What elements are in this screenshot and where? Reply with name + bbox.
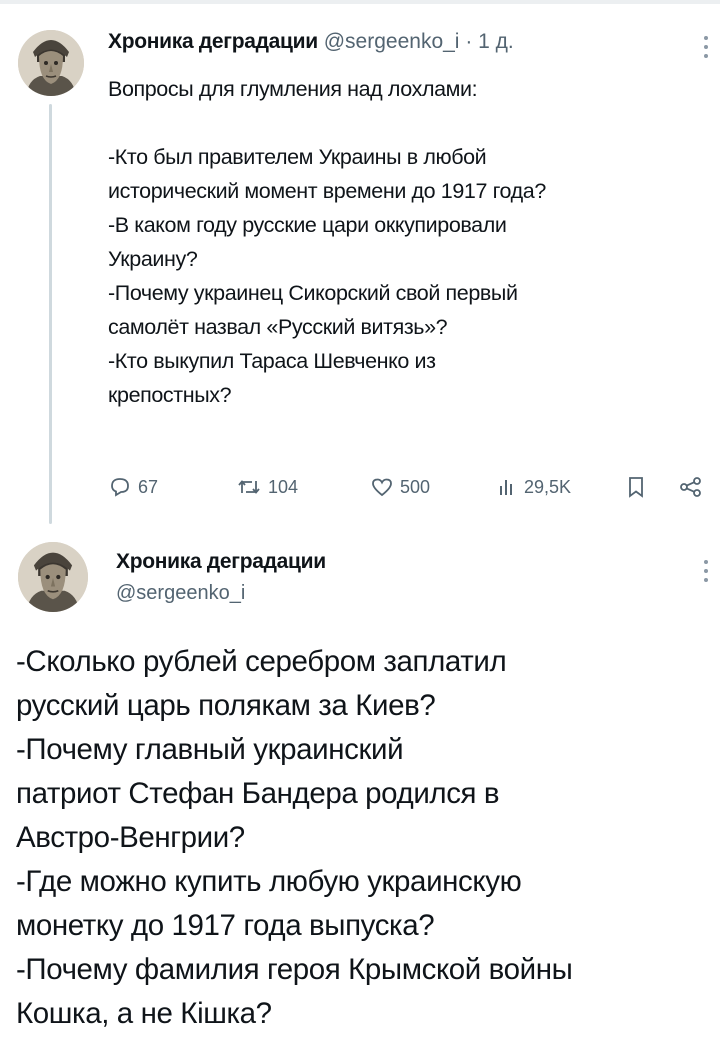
avatar[interactable] [18,542,88,612]
tweet-text: Вопросы для глумления над лохлами: -Кто … [108,72,713,412]
reply-button[interactable]: 67 [108,472,158,502]
tweet-actions: 67 104 500 29,5K [108,472,713,502]
tweet-1[interactable]: Хроника деградации @sergeenko_i · 1 д. В… [0,0,720,524]
more-icon[interactable] [700,34,712,60]
bookmark-icon [629,477,643,498]
tweet-line: -Сколько рублей серебром заплатил [16,645,507,678]
thread-line [49,104,52,524]
tweet-line: самолёт назвал «Русский витязь»? [108,315,448,339]
avatar[interactable] [18,30,84,96]
tweet-line: патриот Стефан Бандера родился в [16,777,500,810]
like-button[interactable]: 500 [370,472,430,502]
retweet-count: 104 [268,476,299,497]
share-button[interactable] [678,472,704,502]
screenshot: Хроника деградации @sergeenko_i · 1 д. В… [0,0,720,1064]
reply-icon [111,478,129,497]
tweet-line: Вопросы для глумления над лохлами: [108,77,478,101]
tweet-line: монетку до 1917 года выпуска? [16,909,435,942]
tweet-text: -Сколько рублей серебром заплатил русски… [16,640,711,1036]
tweet-timestamp[interactable]: 1 д. [478,30,514,53]
tweet-line: Австро-Венгрии? [16,821,245,854]
tweet-line: -Почему фамилия героя Крымской войны [16,953,573,986]
tweet-line: -Кто был правителем Украины в любой [108,145,487,169]
author-name[interactable]: Хроника деградации [108,30,318,53]
tweet-line: -Почему украинец Сикорский свой первый [108,281,518,305]
tweet-header: Хроника деградации @sergeenko_i · 1 д. [108,30,698,62]
more-icon[interactable] [700,558,712,584]
tweet-line: русский царь полякам за Киев? [16,689,436,722]
author-handle[interactable]: @sergeenko_i [324,30,460,53]
tweet-2[interactable]: Хроника деградации @sergeenko_i -Сколько… [0,530,720,1064]
tweet-line: -Почему главный украинский [16,733,404,766]
views-icon [500,480,512,495]
tweet-line: исторический момент времени до 1917 года… [108,179,546,203]
tweet-line: -Кто выкупил Тараса Шевченко из [108,349,436,373]
bookmark-button[interactable] [625,472,647,502]
author-handle[interactable]: @sergeenko_i [116,582,245,605]
reply-count: 67 [138,476,159,497]
like-icon [372,478,392,497]
tweet-line-blank [108,106,713,140]
separator-dot: · [465,30,473,53]
tweet-line: -Где можно купить любую украинскую [16,865,522,898]
retweet-icon [238,480,260,494]
retweet-button[interactable]: 104 [236,472,298,502]
tweet-line: Украину? [108,247,198,271]
tweet-line: -В каком году русские цари оккупировали [108,213,507,237]
author-name[interactable]: Хроника деградации [116,550,326,574]
views-count: 29,5K [524,476,572,497]
like-count: 500 [400,476,431,497]
views-button[interactable]: 29,5K [498,472,571,502]
share-icon [680,477,701,497]
tweet-line: крепостных? [108,383,232,407]
tweet-line: Кошка, а не Кішка? [16,997,272,1030]
